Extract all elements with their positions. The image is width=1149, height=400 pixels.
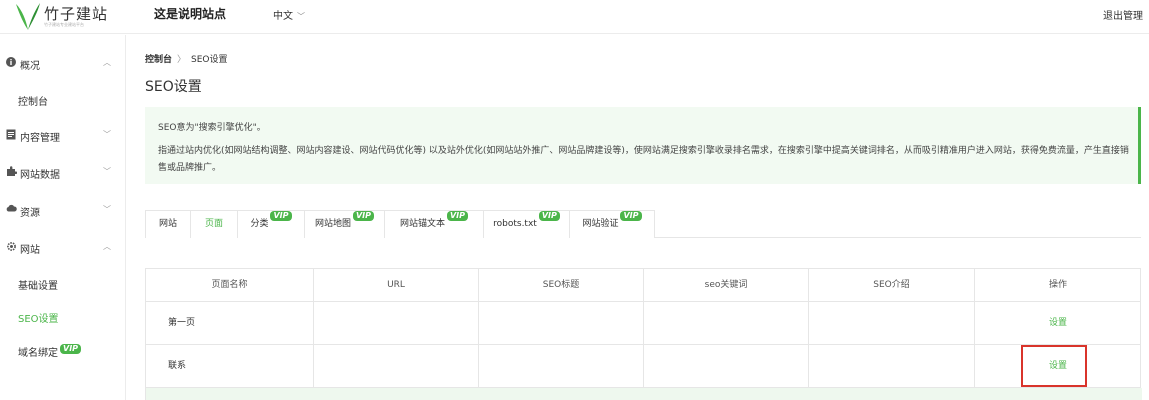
- table-cell-url: [314, 302, 479, 345]
- language-label: 中文: [273, 11, 293, 22]
- column-header-seo-keywords: seo关键词: [644, 269, 809, 302]
- table-cell-seo-title: [479, 302, 644, 345]
- sidebar-group-label: 网站数据: [20, 170, 60, 181]
- vip-badge: VIP: [270, 211, 292, 221]
- notice-line-2: 指通过站内优化(如网站结构调整、网站内容建设、网站代码优化等) 以及站外优化(如…: [158, 146, 1129, 173]
- sidebar-item-text: 域名绑定: [18, 348, 58, 359]
- sidebar-group-label: 概况: [20, 61, 40, 72]
- sidebar-item-basic-settings[interactable]: 基础设置: [0, 270, 125, 296]
- vip-badge: VIP: [352, 211, 375, 221]
- info-icon: [5, 57, 17, 69]
- tab-label: 网站验证: [582, 219, 619, 229]
- sidebar-group-overview[interactable]: 概况 ︿: [0, 49, 125, 77]
- column-header-actions: 操作: [975, 269, 1141, 302]
- tab-page[interactable]: 页面: [190, 210, 238, 238]
- table-cell-seo-intro: [809, 345, 975, 388]
- notice-line-1: SEO意为"搜索引擎优化"。: [158, 123, 266, 133]
- puzzle-icon: [5, 166, 17, 178]
- logo-subtitle: 竹子建站专业建站平台: [44, 22, 84, 27]
- breadcrumb-current: SEO设置: [191, 55, 228, 65]
- sidebar-group-label: 网站: [20, 245, 40, 256]
- sidebar-item-dashboard[interactable]: 控制台: [0, 86, 125, 112]
- sidebar-item-domain-binding[interactable]: 域名绑定 VIP: [0, 337, 125, 363]
- settings-link[interactable]: 设置: [975, 302, 1141, 345]
- tab-sitemap[interactable]: 网站地图VIP: [304, 210, 385, 238]
- vip-badge: VIP: [620, 211, 642, 221]
- chevron-right-icon: 〉: [177, 55, 187, 65]
- column-header-seo-intro: SEO介绍: [809, 269, 975, 302]
- sidebar-item-seo-settings[interactable]: SEO设置: [0, 303, 125, 329]
- chevron-down-icon: ﹀: [297, 12, 305, 21]
- sidebar-group-label: 内容管理: [20, 133, 60, 144]
- sidebar-group-label: 资源: [20, 208, 40, 219]
- breadcrumb-home[interactable]: 控制台: [145, 55, 172, 65]
- cloud-icon: [5, 204, 17, 216]
- tab-label: 页面: [204, 219, 223, 229]
- tab-anchor-text[interactable]: 网站锚文本VIP: [384, 210, 484, 238]
- seo-tabs: 网站 页面 分类VIP 网站地图VIP 网站锚文本VIP robots.txtV…: [145, 210, 1141, 238]
- breadcrumb: 控制台〉 SEO设置: [145, 52, 228, 65]
- vip-badge: VIP: [446, 211, 469, 221]
- table-cell-url: [314, 345, 479, 388]
- tab-robots[interactable]: robots.txtVIP: [483, 210, 570, 238]
- logo[interactable]: 竹子建站 竹子建站专业建站平台: [14, 2, 124, 32]
- sidebar-item-label: 控制台: [18, 97, 48, 108]
- sidebar-group-content[interactable]: 内容管理 ﹀: [0, 121, 125, 149]
- sidebar-item-label: 基础设置: [18, 281, 58, 292]
- chevron-down-icon: ﹀: [103, 205, 111, 214]
- vip-badge: VIP: [60, 344, 82, 354]
- seo-notice: SEO意为"搜索引擎优化"。 指通过站内优化(如网站结构调整、网站内容建设、网站…: [145, 107, 1141, 184]
- tab-label: 分类: [250, 219, 269, 229]
- table-cell-page-name: 联系: [146, 345, 314, 388]
- table-cell-seo-keywords: [644, 302, 809, 345]
- tab-label: robots.txt: [493, 219, 537, 229]
- document-icon: [5, 129, 17, 141]
- table-cell-seo-keywords: [644, 345, 809, 388]
- chevron-up-icon: ︿: [103, 58, 111, 67]
- page-title: SEO设置: [145, 79, 202, 95]
- logout-link[interactable]: 退出管理: [1103, 7, 1143, 22]
- tab-label: 网站地图: [314, 219, 351, 229]
- site-title: 这是说明站点: [154, 7, 227, 21]
- tab-category[interactable]: 分类VIP: [237, 210, 305, 238]
- sidebar-item-label: SEO设置: [18, 314, 59, 325]
- tab-site[interactable]: 网站: [145, 210, 191, 238]
- column-header-page-name: 页面名称: [146, 269, 314, 302]
- chevron-down-icon: ﹀: [103, 167, 111, 176]
- table-cell-seo-title: [479, 345, 644, 388]
- gear-icon: [5, 241, 17, 253]
- highlight-box: [1021, 345, 1087, 387]
- tab-label: 网站: [158, 219, 177, 229]
- table-row-next: [146, 388, 1142, 400]
- table-cell-page-name: 第一页: [146, 302, 314, 345]
- column-header-url: URL: [314, 269, 479, 302]
- table-cell-seo-intro: [809, 302, 975, 345]
- logo-title: 竹子建站: [44, 5, 109, 23]
- bamboo-logo-icon: [16, 3, 40, 30]
- vip-badge: VIP: [538, 211, 560, 221]
- chevron-down-icon: ﹀: [103, 130, 111, 139]
- sidebar-group-resources[interactable]: 资源 ﹀: [0, 196, 125, 224]
- column-header-seo-title: SEO标题: [479, 269, 644, 302]
- sidebar-group-website[interactable]: 网站 ︿: [0, 233, 125, 261]
- sidebar-item-label: 域名绑定 VIP: [18, 344, 82, 359]
- tab-site-verification[interactable]: 网站验证VIP: [569, 210, 655, 238]
- sidebar: 概况 ︿ 控制台 内容管理 ﹀ 网站数据 ﹀ 资源 ﹀ 网站 ︿ 基础设置 SE…: [0, 35, 126, 400]
- sidebar-group-site-data[interactable]: 网站数据 ﹀: [0, 158, 125, 186]
- top-header: 竹子建站 竹子建站专业建站平台 这是说明站点 中文 ﹀ 退出管理: [0, 0, 1149, 34]
- language-selector[interactable]: 中文 ﹀: [273, 7, 305, 22]
- chevron-up-icon: ︿: [103, 242, 111, 251]
- seo-pages-table: 页面名称 URL SEO标题 seo关键词 SEO介绍 操作 第一页 设置 联系…: [145, 268, 1142, 400]
- tab-label: 网站锚文本: [399, 219, 445, 229]
